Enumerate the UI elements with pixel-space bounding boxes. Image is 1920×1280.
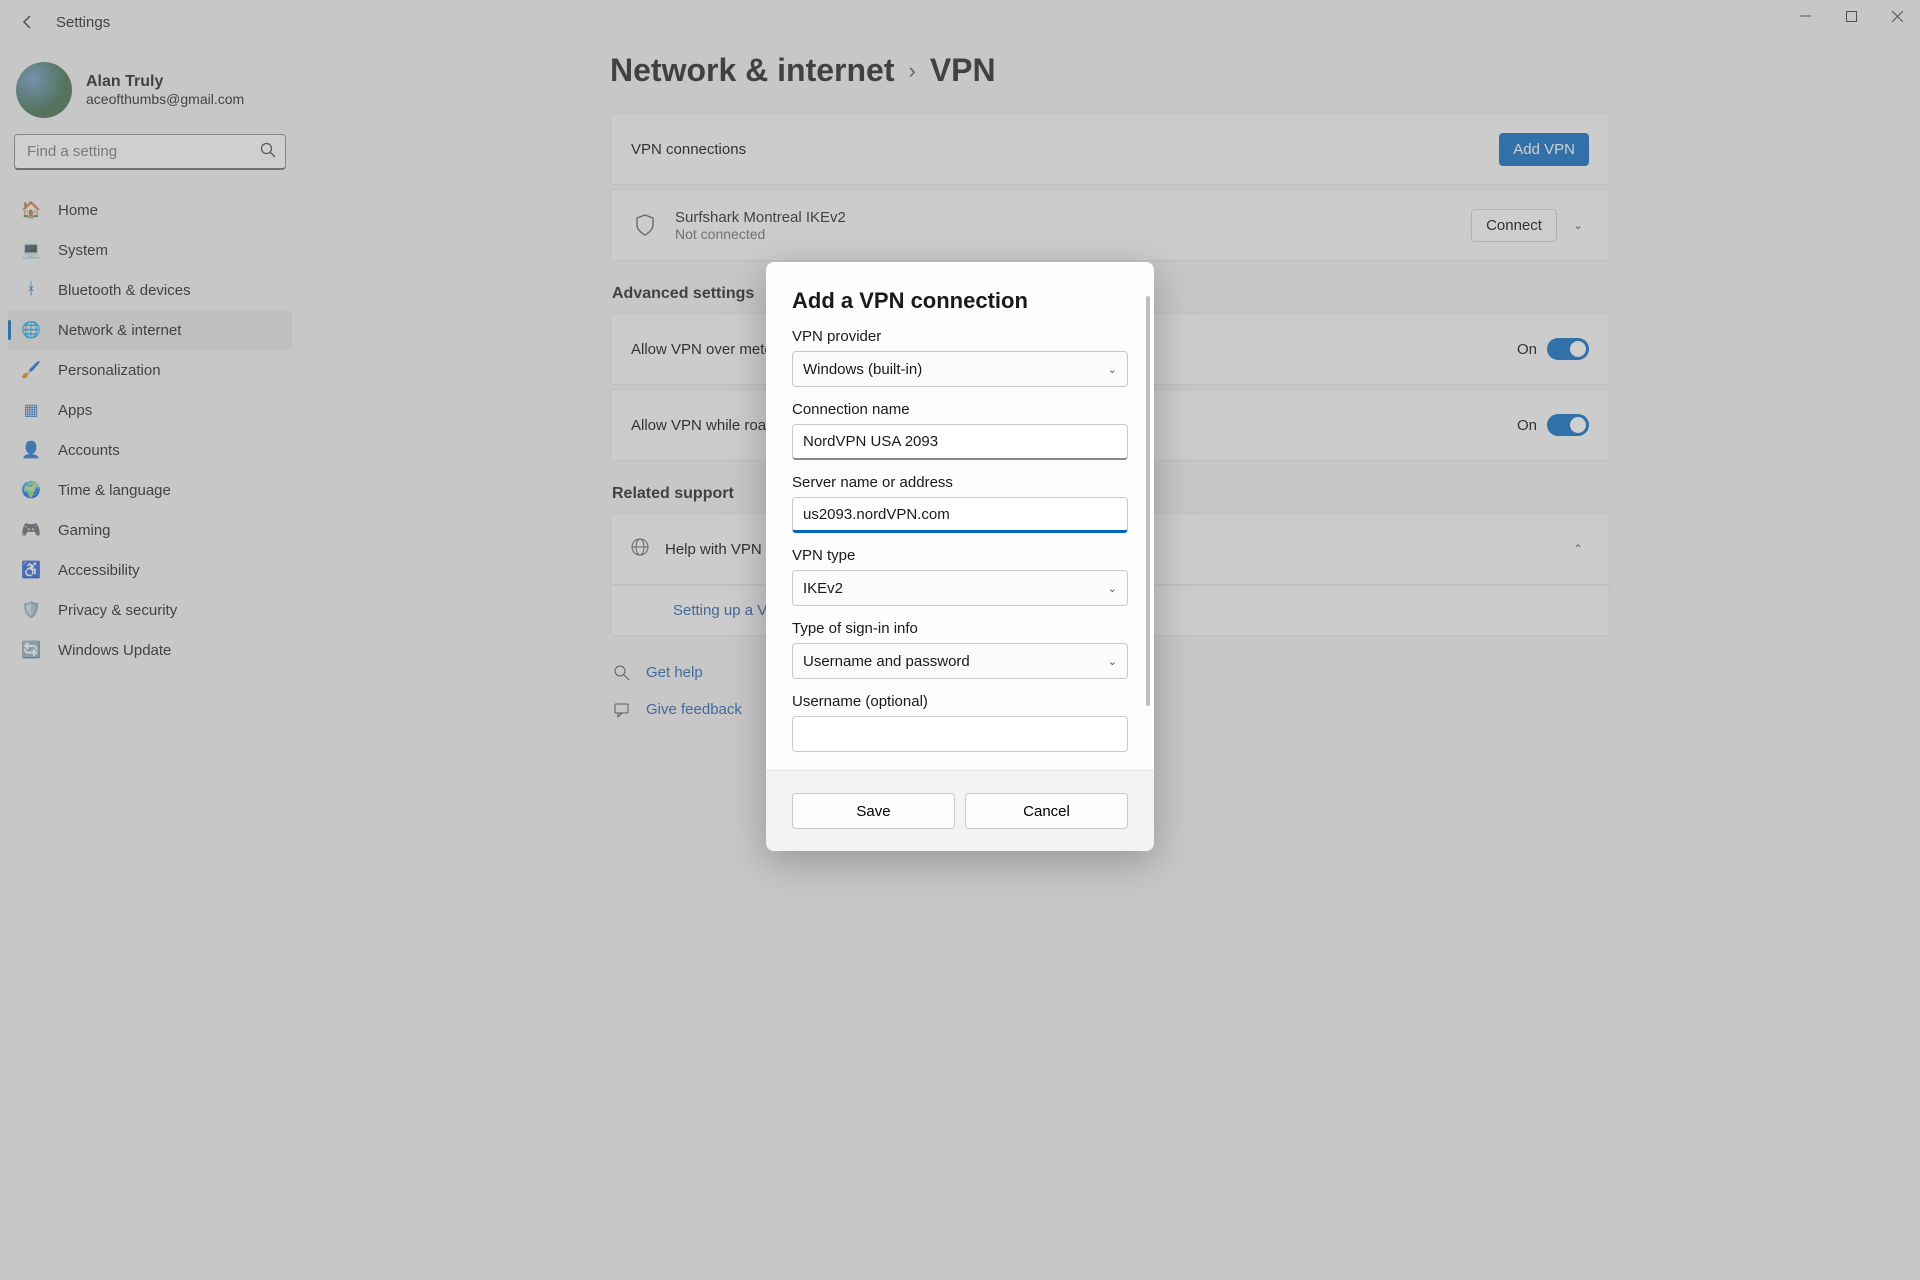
chevron-down-icon: ⌄ — [1108, 655, 1117, 668]
vpn-type-value: IKEv2 — [803, 580, 843, 597]
save-button[interactable]: Save — [792, 793, 955, 829]
add-vpn-dialog: Add a VPN connection VPN provider Window… — [766, 262, 1154, 851]
connection-name-label: Connection name — [792, 401, 1128, 418]
dialog-title: Add a VPN connection — [792, 288, 1128, 314]
vpn-provider-label: VPN provider — [792, 328, 1128, 345]
modal-overlay: Add a VPN connection VPN provider Window… — [0, 0, 1920, 1280]
server-address-label: Server name or address — [792, 474, 1128, 491]
chevron-down-icon: ⌄ — [1108, 582, 1117, 595]
connection-name-input[interactable] — [792, 424, 1128, 460]
vpn-provider-value: Windows (built-in) — [803, 361, 922, 378]
vpn-provider-select[interactable]: Windows (built-in) ⌄ — [792, 351, 1128, 387]
cancel-button[interactable]: Cancel — [965, 793, 1128, 829]
dialog-scrollbar[interactable] — [1146, 296, 1150, 726]
signin-type-value: Username and password — [803, 653, 970, 670]
chevron-down-icon: ⌄ — [1108, 363, 1117, 376]
username-label: Username (optional) — [792, 693, 1128, 710]
vpn-type-select[interactable]: IKEv2 ⌄ — [792, 570, 1128, 606]
server-address-input[interactable] — [792, 497, 1128, 533]
signin-type-select[interactable]: Username and password ⌄ — [792, 643, 1128, 679]
signin-type-label: Type of sign-in info — [792, 620, 1128, 637]
username-input[interactable] — [792, 716, 1128, 752]
vpn-type-label: VPN type — [792, 547, 1128, 564]
